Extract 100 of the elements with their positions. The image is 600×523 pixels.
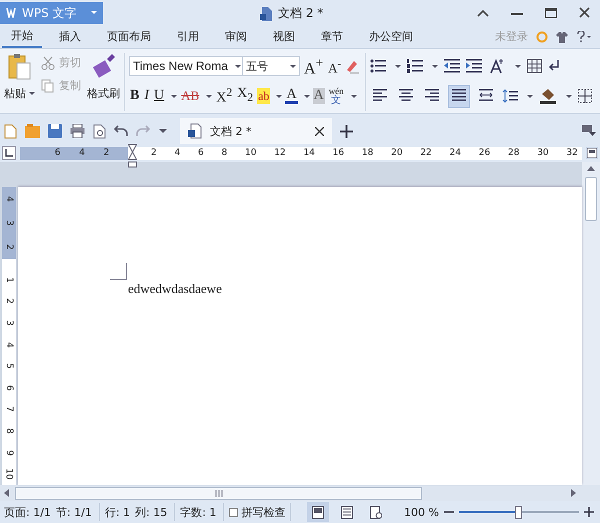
logo-icon (6, 7, 16, 18)
maximize-icon[interactable] (545, 8, 557, 18)
document-page[interactable]: edwedwdasdaewe (18, 187, 582, 485)
ruler-number: 8 (4, 428, 14, 434)
scissors-icon (41, 56, 55, 70)
ruler-number: 6 (198, 148, 204, 158)
ruler-number: 5 (4, 363, 14, 370)
caret-icon[interactable] (350, 94, 357, 98)
ruler-number: 8 (222, 148, 228, 158)
tab-stop-selector[interactable] (2, 146, 16, 160)
ruler-number: 16 (332, 148, 344, 158)
dropdown-icon[interactable] (158, 128, 168, 134)
alignment-icon (399, 88, 414, 100)
increase-indent-icon[interactable] (466, 59, 482, 73)
zoom-slider-thumb[interactable] (515, 506, 522, 518)
status-field: 行: 1 (104, 504, 130, 520)
clipboard-icon (8, 53, 32, 81)
status-field: 字数: 1 (180, 504, 216, 520)
spell-check-checkbox[interactable]: 拼写检查 (229, 504, 286, 520)
font-color-button[interactable]: A (285, 88, 298, 104)
margin-corner-mark (110, 263, 127, 280)
return-arrow-icon[interactable] (548, 59, 560, 73)
ruler-number: 4 (79, 148, 85, 158)
ruler-number: 4 (174, 148, 180, 158)
scrollbar-thumb[interactable] (585, 177, 597, 221)
checkbox[interactable] (229, 508, 238, 516)
ruler-number: 32 (566, 148, 578, 158)
scroll-left-icon[interactable] (4, 489, 9, 497)
ruler-number: 2 (151, 148, 157, 158)
eraser-icon[interactable] (345, 58, 362, 74)
ruler-number: 24 (450, 148, 461, 158)
caret-icon[interactable] (304, 94, 310, 98)
ruler-number: 26 (478, 148, 490, 158)
ruler-number: 30 (537, 148, 549, 158)
shrink-font-button[interactable]: A$^{-}$ (327, 56, 342, 76)
alignment-icon (452, 88, 466, 100)
copy-icon (41, 78, 55, 92)
subscript-button[interactable]: X$_{2}$ (236, 86, 254, 106)
italic-button[interactable]: I (143, 88, 150, 104)
ribbon-tab[interactable]: 插入 (50, 26, 90, 48)
ruler-number: 7 (4, 406, 14, 412)
phonetic-guide-button[interactable]: wén 文 (328, 87, 345, 105)
font-name-field[interactable]: Times New Roma (129, 56, 245, 76)
decrease-indent-icon[interactable] (444, 59, 460, 73)
ribbon-tab[interactable]: 办公空间 (360, 26, 422, 48)
caret-icon[interactable] (171, 94, 178, 98)
undo-icon[interactable] (114, 125, 128, 137)
table-icon[interactable] (527, 59, 542, 73)
ruler-number: 3 (4, 320, 14, 326)
document-text: edwedwdasdaewe (128, 281, 222, 297)
superscript-button[interactable]: X$^{2}$ (215, 85, 234, 107)
indent-marker-icon[interactable] (128, 144, 137, 170)
grow-font-button[interactable]: A$^{+}$ (303, 54, 324, 78)
underline-button[interactable]: U (153, 88, 166, 104)
ruler-number: 12 (274, 148, 286, 158)
tab-menu-icon[interactable] (582, 125, 596, 137)
close-icon[interactable] (579, 7, 590, 18)
paste-button[interactable]: 粘贴 (4, 51, 35, 101)
bold-button[interactable]: B (129, 88, 140, 104)
ribbon-tab[interactable]: 页面布局 (98, 26, 160, 48)
scroll-right-icon[interactable] (571, 489, 576, 497)
ruler-toggle-button[interactable] (586, 147, 598, 159)
caret-icon[interactable] (276, 94, 282, 98)
plus-icon[interactable] (340, 124, 353, 138)
numbered-list-icon[interactable] (407, 59, 424, 73)
help-icon[interactable] (576, 30, 592, 42)
paint-bucket-icon[interactable] (539, 88, 558, 104)
bullet-list-icon[interactable] (370, 59, 386, 73)
border-icon[interactable] (578, 89, 592, 103)
format-painter-button[interactable]: 格式刷 (87, 51, 120, 101)
ribbon-tab[interactable]: 引用 (168, 26, 208, 48)
page-view-button[interactable] (307, 502, 330, 522)
print-preview-icon[interactable] (93, 124, 106, 138)
document-tab[interactable]: 文档 2 * (180, 118, 332, 144)
font-size-field[interactable]: 五号 (242, 56, 300, 76)
new-document-icon[interactable] (4, 124, 17, 138)
print-icon[interactable] (70, 124, 85, 138)
shirt-icon[interactable] (556, 30, 568, 42)
save-icon[interactable] (48, 124, 62, 138)
strikethrough-button[interactable]: AB (180, 88, 200, 104)
scroll-up-icon[interactable] (587, 166, 595, 171)
ribbon-tab[interactable]: 审阅 (216, 26, 256, 48)
scrollbar-thumb[interactable] (15, 486, 422, 500)
ruler-number: 14 (303, 148, 315, 158)
collapse-icon[interactable] (477, 8, 489, 16)
caret-icon[interactable] (206, 94, 212, 98)
ribbon-tab[interactable]: 章节 (312, 26, 352, 48)
ruler-number: 20 (391, 148, 403, 158)
ruler-number: 4 (4, 342, 14, 348)
highlight-button[interactable]: ab (257, 88, 270, 104)
close-icon[interactable] (315, 126, 324, 136)
zoom-in-icon[interactable] (584, 507, 594, 517)
ribbon-tab[interactable]: 视图 (264, 26, 304, 48)
tab-title: 文档 2 * (210, 124, 252, 138)
character-shading-button[interactable]: A (312, 88, 325, 104)
grip-icon (214, 490, 224, 496)
status-field: 页面: 1/1 (4, 504, 51, 520)
justify-button[interactable] (448, 84, 470, 108)
line-spacing-icon[interactable] (502, 89, 518, 103)
vertical-scrollbar[interactable] (582, 162, 600, 485)
